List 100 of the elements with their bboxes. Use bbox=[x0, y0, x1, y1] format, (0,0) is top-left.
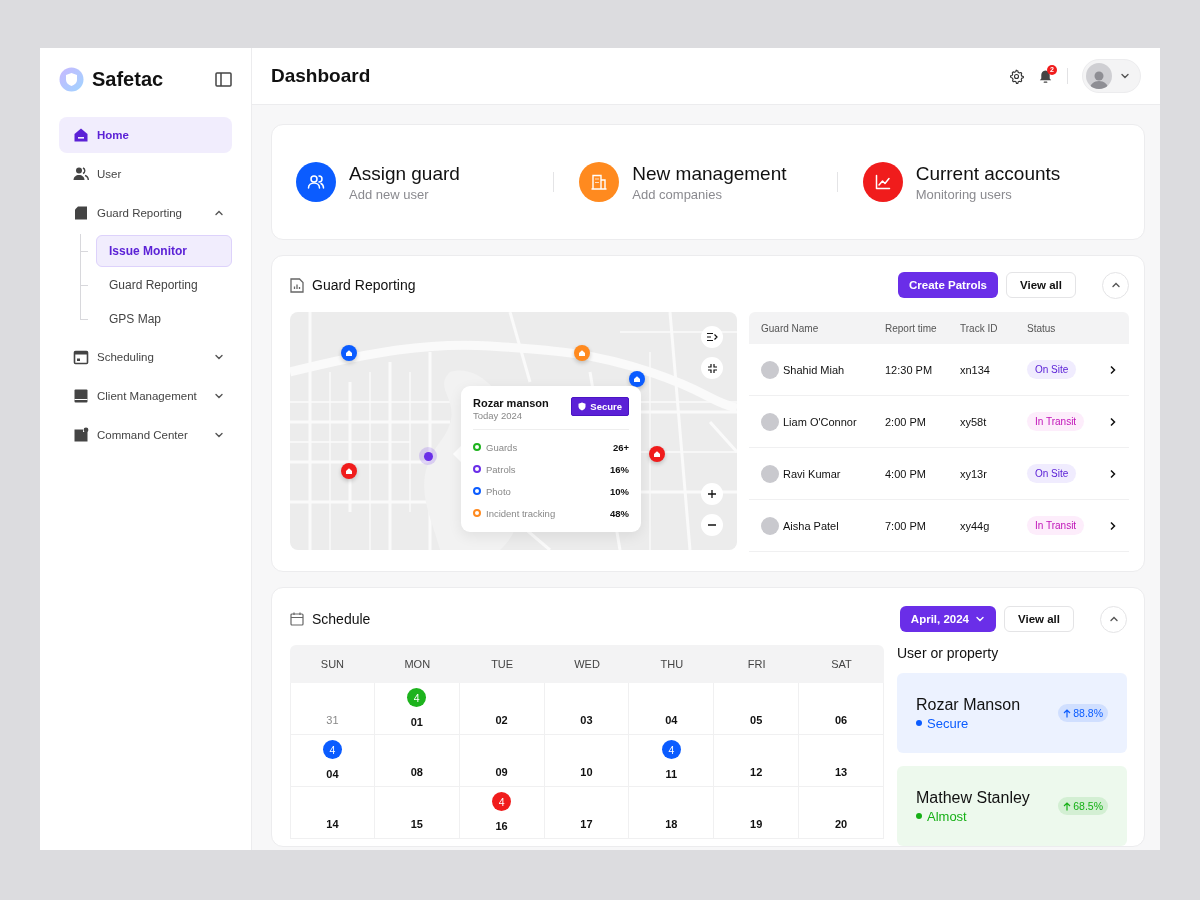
track-id: xn134 bbox=[960, 363, 991, 376]
selected-location-marker[interactable] bbox=[419, 447, 437, 465]
column-header: Track ID bbox=[960, 322, 999, 334]
row-chevron-button[interactable] bbox=[1109, 416, 1117, 427]
day-number[interactable]: 13 bbox=[834, 766, 848, 778]
row-chevron-button[interactable] bbox=[1109, 468, 1117, 479]
monitor-icon bbox=[73, 388, 89, 404]
row-chevron-button[interactable] bbox=[1109, 364, 1117, 375]
action-subtitle: Add companies bbox=[632, 186, 723, 202]
day-number[interactable]: 01 bbox=[410, 716, 423, 728]
day-number[interactable]: 15 bbox=[410, 818, 423, 830]
list-icon bbox=[706, 332, 718, 342]
day-number[interactable]: 31 bbox=[326, 714, 339, 726]
action-icon-circle[interactable] bbox=[862, 162, 903, 202]
event-count[interactable]: 4 bbox=[661, 740, 681, 759]
nav-item[interactable]: Home bbox=[59, 117, 232, 153]
chevron-icon bbox=[214, 391, 224, 401]
location-pin[interactable] bbox=[649, 446, 665, 462]
day-number[interactable]: 03 bbox=[580, 714, 593, 726]
home-icon bbox=[73, 127, 89, 143]
status-badge: In Transit bbox=[1027, 516, 1085, 535]
day-number[interactable]: 08 bbox=[410, 766, 423, 778]
view-all-button[interactable]: View all bbox=[1006, 272, 1076, 298]
track-id: xy44g bbox=[960, 519, 991, 532]
day-number[interactable]: 16 bbox=[495, 820, 508, 832]
folder-icon bbox=[73, 427, 89, 443]
report-icon bbox=[290, 277, 304, 293]
day-number[interactable]: 06 bbox=[834, 714, 848, 726]
sidebar-toggle-button[interactable] bbox=[215, 71, 232, 87]
change-badge: 68.5% bbox=[1058, 797, 1108, 815]
location-pin[interactable] bbox=[629, 371, 645, 387]
weekday-label: SUN bbox=[319, 658, 346, 670]
nav-subitem[interactable]: Issue Monitor bbox=[96, 235, 232, 267]
avatar-placeholder bbox=[761, 516, 779, 535]
day-number[interactable]: 18 bbox=[665, 818, 678, 830]
column-header: Guard Name bbox=[761, 322, 820, 334]
page-title: Dashboard bbox=[271, 65, 372, 87]
calendar-icon bbox=[290, 612, 304, 626]
view-all-button[interactable]: View all bbox=[1004, 606, 1074, 632]
create-patrols-button[interactable]: Create Patrols bbox=[898, 272, 998, 298]
guard-name: Aisha Patel bbox=[783, 519, 839, 532]
day-number[interactable]: 09 bbox=[495, 766, 508, 778]
nav-subitem[interactable]: Guard Reporting bbox=[96, 269, 232, 301]
panel-title: User or property bbox=[897, 645, 1000, 661]
day-number[interactable]: 04 bbox=[326, 768, 339, 780]
map-view[interactable]: Rozar manson Today 2024 Secure Guards 26+ Patrols 16% Photo 10% Incident tracking 48% bbox=[290, 312, 737, 550]
event-count[interactable]: 4 bbox=[322, 740, 342, 759]
nav-item[interactable]: Guard Reporting bbox=[59, 195, 232, 231]
weekday-label: SAT bbox=[830, 658, 853, 670]
list-view-button[interactable] bbox=[701, 326, 723, 348]
day-number[interactable]: 05 bbox=[750, 714, 763, 726]
settings-button[interactable] bbox=[1009, 68, 1024, 84]
day-number[interactable]: 19 bbox=[750, 818, 763, 830]
track-id: xy58t bbox=[960, 415, 988, 428]
property-card[interactable]: Rozar Manson Secure 88.8% bbox=[897, 673, 1127, 753]
day-number[interactable]: 14 bbox=[326, 818, 339, 830]
guard-name: Shahid Miah bbox=[783, 363, 845, 376]
weekday-label: TUE bbox=[490, 658, 515, 670]
day-number[interactable]: 17 bbox=[580, 818, 593, 830]
nav-item[interactable]: Command Center bbox=[59, 417, 232, 453]
shield-logo-icon bbox=[59, 66, 84, 92]
action-title[interactable]: New management bbox=[632, 162, 787, 185]
day-number[interactable]: 20 bbox=[834, 818, 848, 830]
day-number[interactable]: 12 bbox=[750, 766, 763, 778]
action-title[interactable]: Current accounts bbox=[915, 162, 1061, 185]
event-count[interactable]: 4 bbox=[492, 792, 512, 811]
house-icon bbox=[345, 349, 353, 357]
shield-icon bbox=[578, 402, 587, 411]
nav-item[interactable]: Client Management bbox=[59, 378, 232, 414]
chevron-icon bbox=[1120, 71, 1130, 81]
track-id: xy13r bbox=[960, 467, 988, 480]
profile-menu-button[interactable] bbox=[1082, 59, 1141, 93]
row-chevron-button[interactable] bbox=[1109, 520, 1117, 531]
collapse-view-button[interactable] bbox=[701, 357, 723, 379]
location-pin[interactable] bbox=[341, 345, 357, 361]
popup-name: Rozar manson bbox=[473, 397, 549, 409]
location-pin[interactable] bbox=[341, 463, 357, 479]
nav-subitem[interactable]: GPS Map bbox=[96, 303, 232, 335]
house-icon bbox=[345, 467, 353, 475]
day-number[interactable]: 10 bbox=[580, 766, 593, 778]
property-name: Mathew Stanley bbox=[916, 788, 1031, 807]
action-title[interactable]: Assign guard bbox=[349, 162, 460, 185]
plus-icon bbox=[707, 489, 717, 499]
day-number[interactable]: 11 bbox=[665, 768, 678, 780]
nav-item[interactable]: User bbox=[59, 156, 232, 192]
chevron-icon bbox=[1108, 614, 1119, 624]
month-picker-button[interactable]: April, 2024 bbox=[899, 606, 996, 632]
zoom-in-button[interactable] bbox=[701, 483, 723, 505]
status-dot bbox=[916, 813, 922, 819]
nav-item[interactable]: Scheduling bbox=[59, 339, 232, 375]
stat-label: Guards bbox=[486, 441, 519, 453]
day-number[interactable]: 02 bbox=[495, 714, 508, 726]
property-card[interactable]: Mathew Stanley Almost 68.5% bbox=[897, 766, 1127, 846]
building-icon bbox=[590, 173, 609, 191]
house-icon bbox=[578, 349, 586, 357]
zoom-out-button[interactable] bbox=[701, 514, 723, 536]
stat-label: Photo bbox=[486, 485, 512, 497]
day-number[interactable]: 04 bbox=[665, 714, 678, 726]
action-icon-circle[interactable] bbox=[296, 162, 336, 202]
status-badge: On Site bbox=[1027, 360, 1077, 379]
